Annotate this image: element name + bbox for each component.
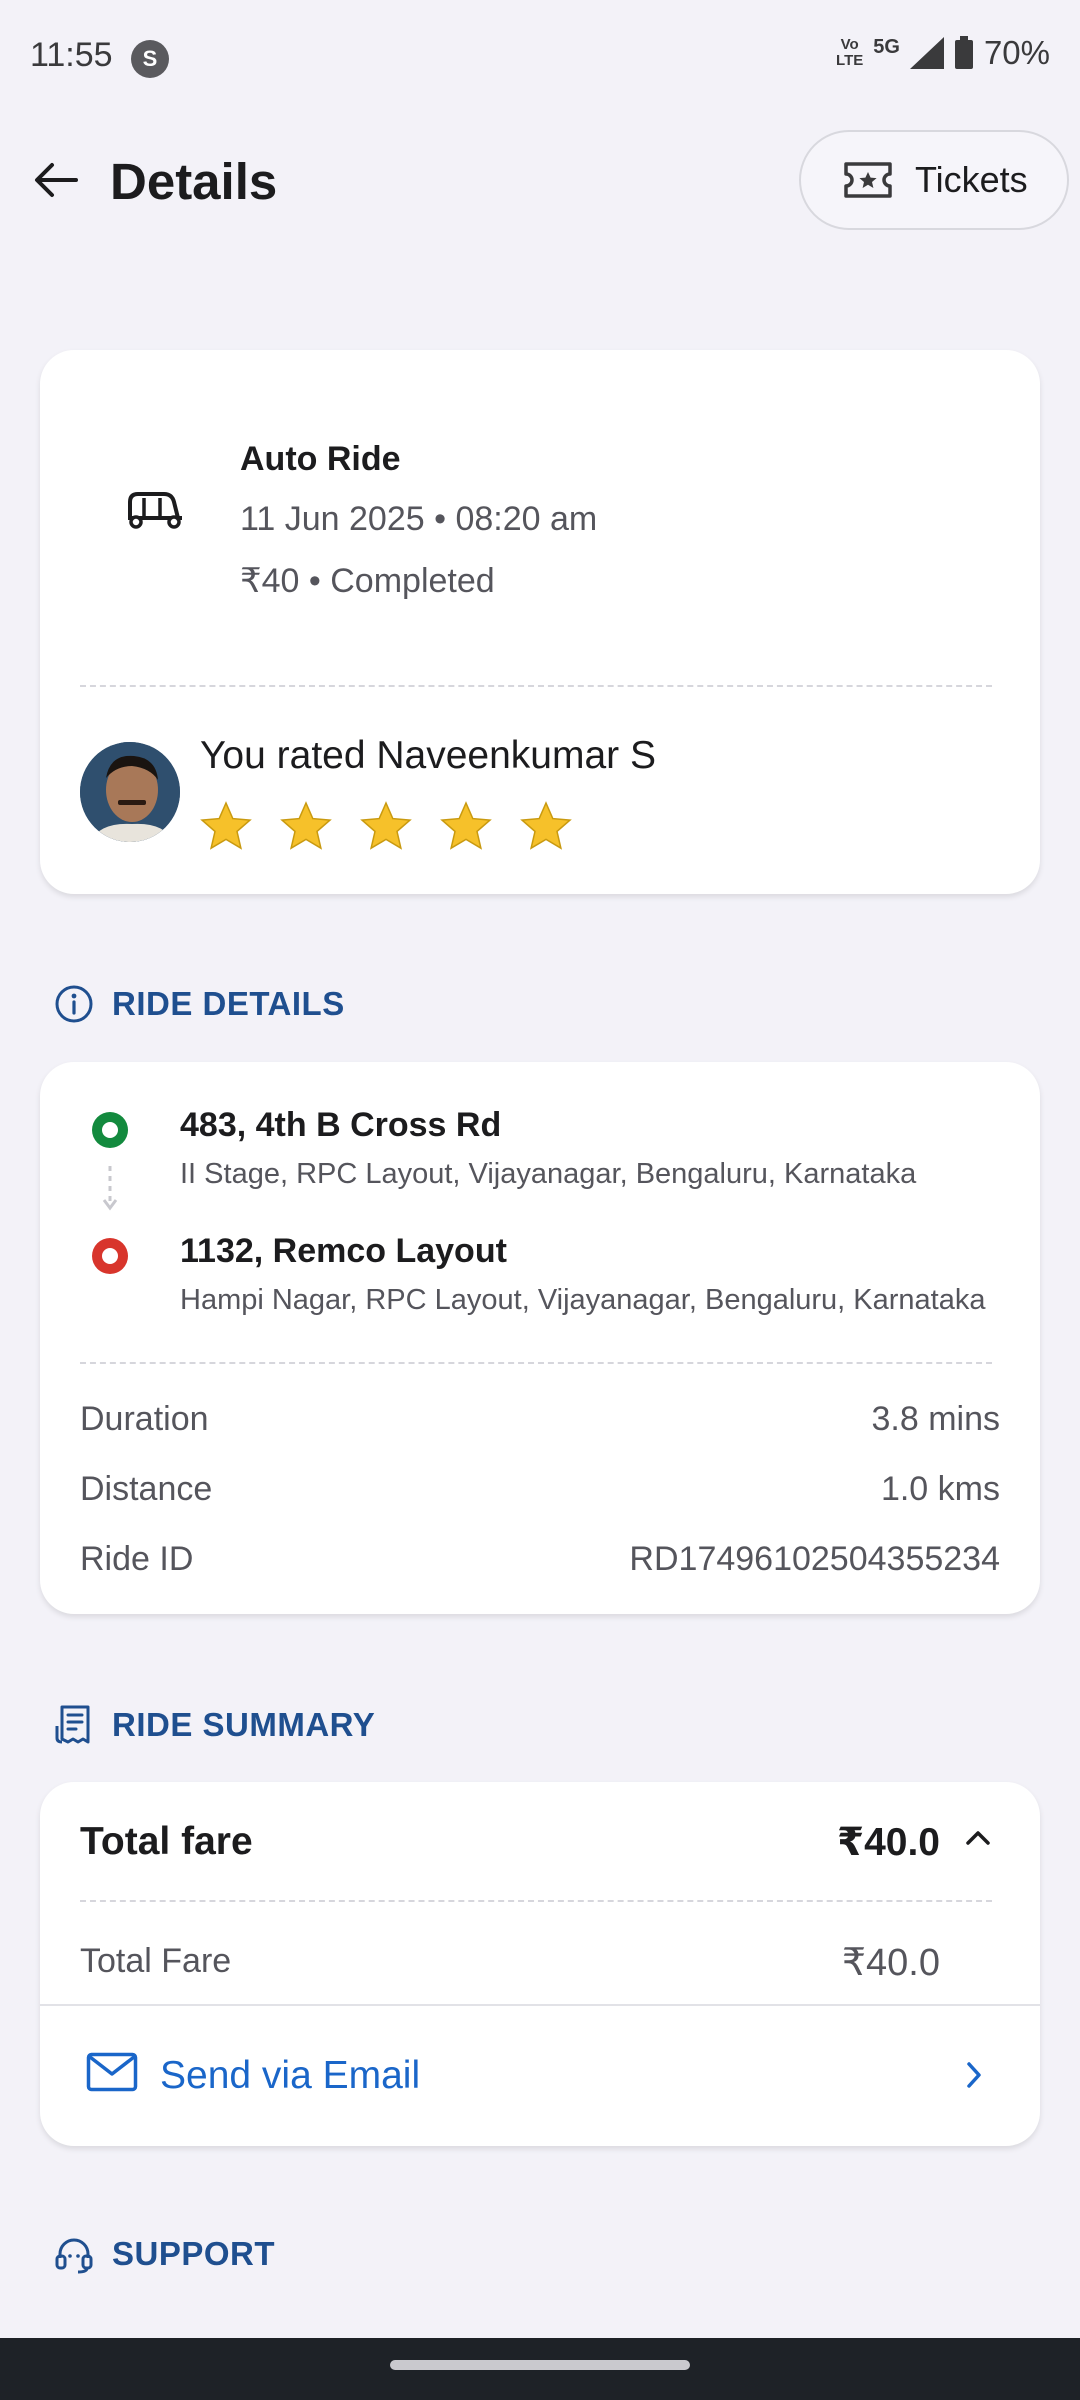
page-title: Details [110,153,278,210]
total-fare-value: ₹40.0 [836,1821,940,1864]
duration-label: Duration [80,1400,209,1438]
ticket-icon [844,162,892,198]
status-bar: 11:55 S Vo LTE 5G 70% [0,0,1080,115]
pickup-marker-icon [92,1112,128,1148]
ride-summary-card: Auto Ride 11 Jun 2025 • 08:20 am ₹40 • C… [40,350,1040,894]
chevron-right-icon [967,2062,981,2088]
signal-icon [909,37,944,69]
info-icon [55,985,93,1023]
ride-id-label: Ride ID [80,1540,194,1578]
app-notification-icon: S [131,40,169,78]
driver-avatar [80,742,180,842]
header: Details Tickets [0,128,1080,232]
rating-stars [198,800,574,854]
pickup-subtitle: II Stage, RPC Layout, Vijayanagar, Benga… [180,1158,917,1190]
status-indicators: Vo LTE 5G 70% [836,34,1050,72]
arrow-left-icon [35,163,78,197]
drop-title: 1132, Remco Layout [180,1232,507,1270]
ride-datetime: 11 Jun 2025 • 08:20 am [240,500,598,538]
system-nav-bar [0,2338,1080,2400]
status-time: 11:55 [30,36,113,74]
distance-row: Distance 1.0 kms [80,1470,1000,1509]
send-via-email-button[interactable]: Send via Email [40,2006,1040,2146]
ride-details-card: 483, 4th B Cross Rd II Stage, RPC Layout… [40,1062,1040,1614]
support-title: SUPPORT [112,2235,276,2272]
receipt-icon [55,1705,90,1744]
star-icon [520,801,572,850]
divider [80,1362,992,1364]
tickets-label: Tickets [915,159,1028,200]
ride-details-title: RIDE DETAILS [112,985,345,1022]
mail-icon [86,2052,138,2092]
fare-breakdown-value: ₹40.0 [841,1942,940,1984]
home-indicator[interactable] [390,2360,690,2370]
total-fare-toggle[interactable]: Total fare ₹40.0 [40,1782,1040,1892]
auto-rickshaw-icon [128,492,182,529]
tickets-button[interactable]: Tickets [799,130,1069,230]
back-button[interactable] [26,150,86,210]
ride-id-row: Ride ID RD17496102504355234 [80,1540,1000,1579]
route-arrow-icon [102,1166,118,1211]
network-type: 5G [873,35,900,58]
fare-breakdown-label: Total Fare [80,1942,232,1980]
chevron-up-icon [966,1831,990,1845]
distance-label: Distance [80,1470,213,1508]
star-icon [440,801,492,850]
star-icon [280,801,332,850]
ride-fare-status: ₹40 • Completed [240,562,495,600]
ride-details-header: RIDE DETAILS [54,984,345,1024]
distance-value: 1.0 kms [880,1470,1000,1508]
divider [80,685,992,687]
headset-icon [55,2238,93,2274]
support-header: SUPPORT [54,2234,275,2274]
ride-summary-header: RIDE SUMMARY [54,1704,375,1746]
divider [80,1900,992,1902]
star-icon [200,801,252,850]
drop-marker-icon [92,1238,128,1274]
battery-percent: 70% [983,34,1050,71]
volte-icon: Vo LTE [836,36,864,69]
duration-row: Duration 3.8 mins [80,1400,1000,1439]
star-icon [360,801,412,850]
battery-icon [954,36,973,69]
pickup-title: 483, 4th B Cross Rd [180,1106,502,1144]
send-via-email-label: Send via Email [160,2054,421,2097]
drop-subtitle: Hampi Nagar, RPC Layout, Vijayanagar, Be… [180,1284,986,1316]
duration-value: 3.8 mins [871,1400,1001,1438]
total-fare-label: Total fare [80,1820,253,1863]
ride-summary-title: RIDE SUMMARY [112,1706,376,1743]
fare-summary-card: Total fare ₹40.0 Total Fare ₹40.0 Send v… [40,1782,1040,2146]
ride-id-value: RD17496102504355234 [629,1540,1000,1578]
rated-driver-text: You rated Naveenkumar S [200,734,657,777]
ride-type: Auto Ride [240,440,401,478]
